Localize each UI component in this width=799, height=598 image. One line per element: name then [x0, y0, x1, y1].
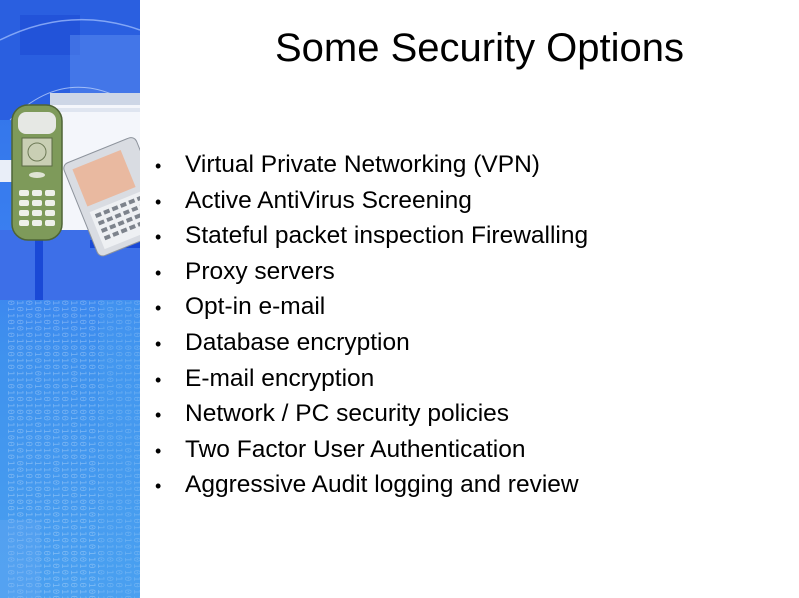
bullet-icon: • [155, 191, 162, 212]
bullet-icon: • [155, 476, 162, 497]
browser-toolbar-graphic [50, 93, 140, 105]
collage-block [0, 520, 40, 598]
bullet-item: • Active AntiVirus Screening [155, 184, 588, 220]
sidebar-decorative-image: 0101101001011010100110010110101001011010… [0, 0, 140, 598]
bullet-text: Database encryption [185, 328, 410, 356]
bullet-icon: • [155, 298, 162, 319]
bullet-icon: • [155, 369, 162, 390]
bullet-text: Network / PC security policies [185, 400, 510, 428]
bullet-text: Stateful packet inspection Firewalling [185, 222, 589, 250]
mobile-phone-icon [11, 104, 63, 241]
bullet-icon: • [155, 262, 162, 283]
bullet-icon: • [155, 333, 162, 354]
bullet-item: • Stateful packet inspection Firewalling [155, 219, 588, 255]
bullet-text: E-mail encryption [185, 364, 375, 392]
bullet-item: • Opt-in e-mail [155, 290, 588, 326]
collage-block [70, 35, 140, 95]
bullet-icon: • [155, 156, 162, 176]
bullet-text: Virtual Private Networking (VPN) [185, 151, 540, 178]
browser-addressbar-graphic [50, 108, 140, 112]
bullet-icon: • [155, 227, 162, 248]
bullet-icon: • [155, 440, 162, 461]
bullet-item: • Proxy servers [155, 255, 588, 291]
bullet-icon: • [155, 405, 162, 426]
bullet-text: Proxy servers [185, 257, 335, 285]
bullet-list: • Virtual Private Networking (VPN) • Activ… [155, 148, 588, 504]
technology-collage-art [0, 0, 140, 598]
bullet-text: Active AntiVirus Screening [185, 186, 472, 214]
bullet-text: Two Factor User Authentication [185, 435, 526, 463]
bullet-text: Opt-in e-mail [185, 293, 326, 321]
bullet-item: • Virtual Private Networking (VPN) [155, 148, 588, 184]
bullet-item: • E-mail encryption [155, 362, 588, 398]
bullet-item: • Network / PC security policies [155, 397, 588, 433]
bullet-item: • Database encryption [155, 326, 588, 362]
bullet-item: • Aggressive Audit logging and review [155, 468, 588, 504]
bullet-item: • Two Factor User Authentication [155, 433, 588, 469]
bullet-text: Aggressive Audit logging and review [185, 471, 579, 499]
collage-glow [100, 300, 140, 598]
slide-title: Some Security Options [274, 26, 685, 70]
